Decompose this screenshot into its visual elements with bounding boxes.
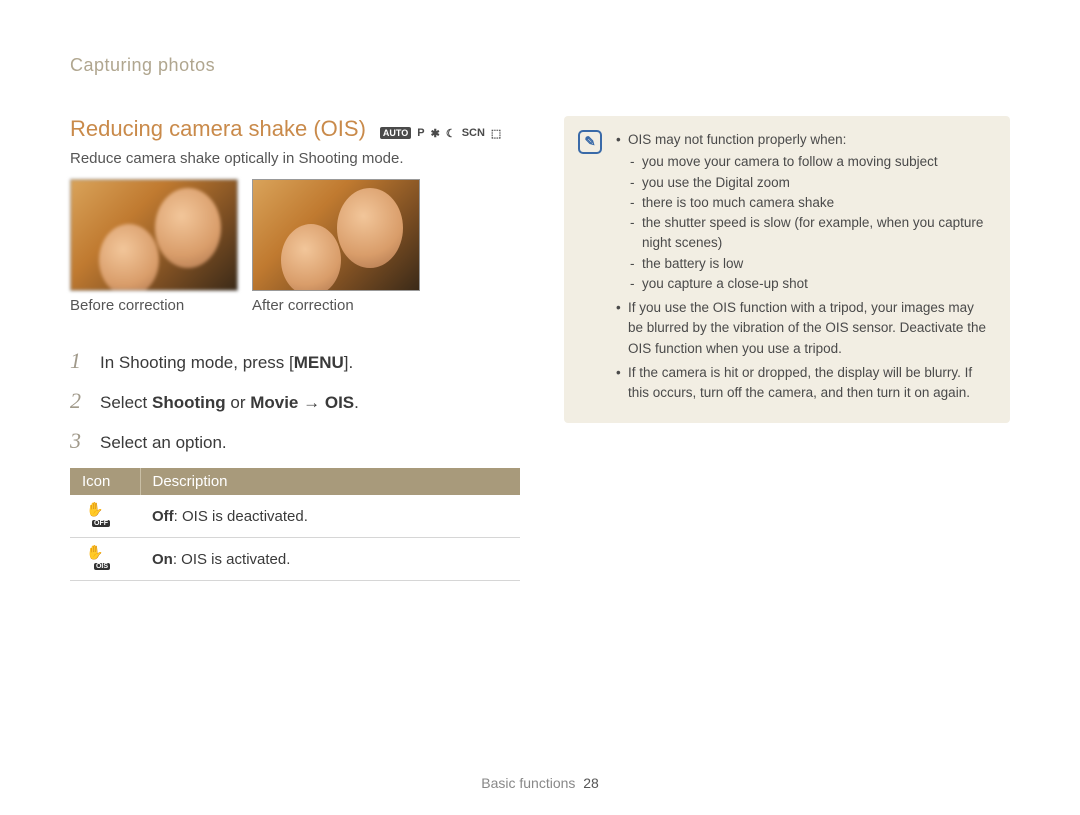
- page-footer: Basic functions 28: [0, 775, 1080, 791]
- section-heading: Reducing camera shake (OIS): [70, 116, 366, 142]
- note-icon: ✎: [578, 130, 602, 154]
- col-icon-header: Icon: [70, 468, 140, 495]
- description-cell: Off: OIS is deactivated.: [140, 495, 520, 538]
- heading-row: Reducing camera shake (OIS) AUTO P ✱ ☾ S…: [70, 116, 520, 142]
- note-sub-bullet: the battery is low: [628, 254, 992, 274]
- after-caption: After correction: [252, 297, 420, 314]
- left-column: Reducing camera shake (OIS) AUTO P ✱ ☾ S…: [70, 116, 520, 581]
- step-number: 1: [70, 348, 86, 374]
- note-sub-bullet: there is too much camera shake: [628, 193, 992, 213]
- note-sub-bullet: you move your camera to follow a moving …: [628, 152, 992, 172]
- intro-text: Reduce camera shake optically in Shootin…: [70, 150, 520, 167]
- note-bullet: If the camera is hit or dropped, the dis…: [616, 363, 992, 404]
- before-caption: Before correction: [70, 297, 238, 314]
- note-sub-bullet: you capture a close-up shot: [628, 274, 992, 294]
- col-description-header: Description: [140, 468, 520, 495]
- two-column-layout: Reducing camera shake (OIS) AUTO P ✱ ☾ S…: [70, 116, 1010, 581]
- mode-icon-strip: AUTO P ✱ ☾ SCN ⬚: [380, 127, 501, 140]
- ois-off-icon: OFF: [82, 503, 108, 525]
- note-box: ✎ OIS may not function properly when: yo…: [564, 116, 1010, 423]
- page-number: 28: [583, 775, 599, 791]
- comparison-thumbnails: [70, 179, 520, 291]
- step-2: 2 Select Shooting or Movie → OIS.: [70, 388, 520, 414]
- note-bullet: If you use the OIS function with a tripo…: [616, 298, 992, 359]
- mode-p-icon: P: [417, 127, 424, 139]
- thumbnail-captions: Before correction After correction: [70, 297, 520, 314]
- mode-movie-icon: ⬚: [491, 127, 501, 140]
- right-column: ✎ OIS may not function properly when: yo…: [564, 116, 1010, 581]
- breadcrumb: Capturing photos: [70, 55, 1010, 76]
- step-text: Select Shooting or Movie → OIS.: [100, 393, 359, 413]
- step-1: 1 In Shooting mode, press [MENU].: [70, 348, 520, 374]
- step-number: 2: [70, 388, 86, 414]
- menu-button-label: MENU: [294, 353, 344, 372]
- mode-auto-icon: AUTO: [380, 127, 411, 139]
- description-cell: On: OIS is activated.: [140, 538, 520, 581]
- note-sub-bullet: the shutter speed is slow (for example, …: [628, 213, 992, 254]
- table-row: OFF Off: OIS is deactivated.: [70, 495, 520, 538]
- step-3: 3 Select an option.: [70, 428, 520, 454]
- footer-section: Basic functions: [481, 775, 575, 791]
- manual-page: Capturing photos Reducing camera shake (…: [0, 0, 1080, 815]
- mode-night-icon: ☾: [446, 127, 456, 140]
- before-thumbnail: [70, 179, 238, 291]
- table-row: OIS On: OIS is activated.: [70, 538, 520, 581]
- mode-beauty-icon: ✱: [431, 127, 440, 140]
- ois-on-icon: OIS: [82, 546, 108, 568]
- icon-cell: OFF: [70, 495, 140, 538]
- step-text: In Shooting mode, press [MENU].: [100, 353, 353, 373]
- options-table: Icon Description OFF Off: OIS is deactiv…: [70, 468, 520, 581]
- note-sub-bullet: you use the Digital zoom: [628, 173, 992, 193]
- mode-scn-icon: SCN: [462, 127, 485, 139]
- steps-list: 1 In Shooting mode, press [MENU]. 2 Sele…: [70, 348, 520, 454]
- step-text: Select an option.: [100, 433, 227, 453]
- icon-cell: OIS: [70, 538, 140, 581]
- note-bullet: OIS may not function properly when: you …: [616, 130, 992, 294]
- after-thumbnail: [252, 179, 420, 291]
- step-number: 3: [70, 428, 86, 454]
